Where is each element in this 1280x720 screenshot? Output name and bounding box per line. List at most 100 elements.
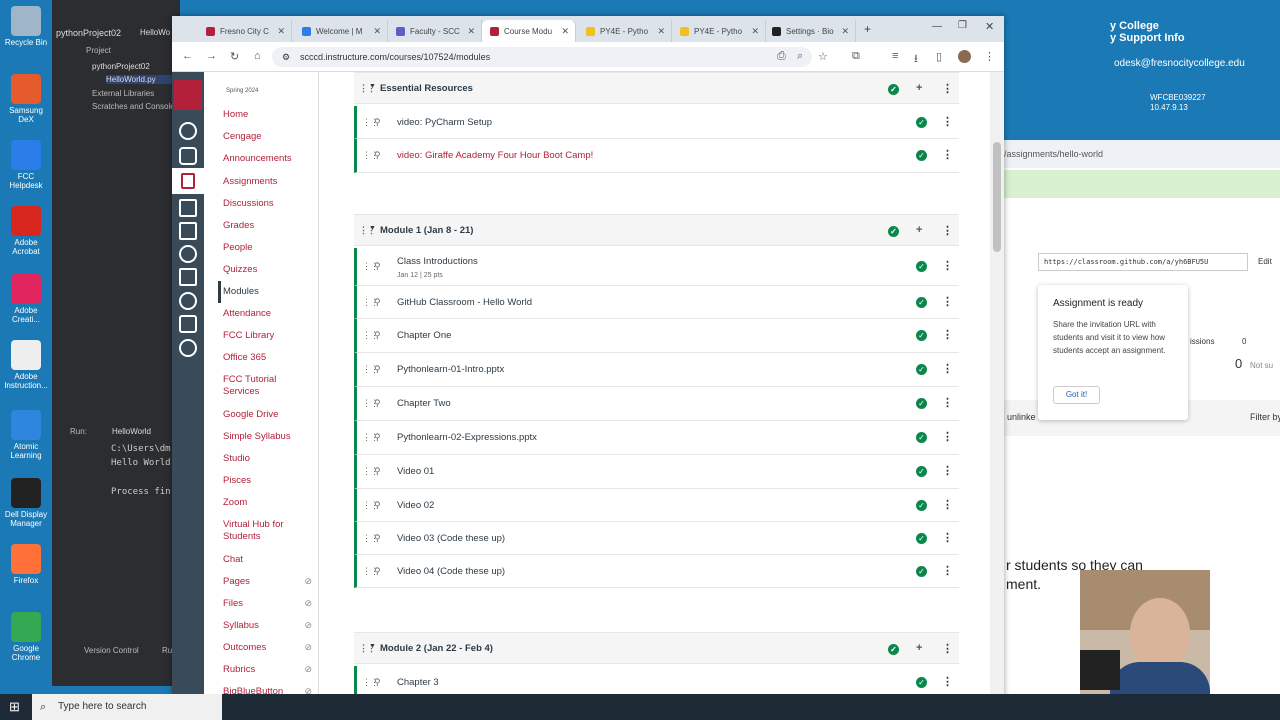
course-nav-item[interactable]: People bbox=[223, 242, 253, 253]
media-icon[interactable]: ≡ bbox=[892, 50, 898, 62]
course-nav-item[interactable]: Chat bbox=[223, 554, 243, 565]
history-icon[interactable] bbox=[179, 245, 197, 263]
module-item-title[interactable]: Pythonlearn-02-Expressions.pptx bbox=[397, 432, 537, 443]
published-icon[interactable]: ✓ bbox=[916, 432, 927, 443]
close-icon[interactable]: ✕ bbox=[985, 20, 994, 33]
module-item-title[interactable]: Chapter 3 bbox=[397, 677, 439, 688]
browser-tab[interactable]: Settings · Bio ✕ bbox=[764, 20, 856, 42]
course-nav-item[interactable]: Pisces bbox=[223, 475, 251, 486]
reload-icon[interactable]: ↻ bbox=[230, 50, 239, 63]
studio-icon[interactable] bbox=[179, 268, 197, 286]
published-icon[interactable]: ✓ bbox=[916, 116, 927, 128]
scroll-thumb[interactable] bbox=[993, 142, 1001, 252]
help-icon[interactable] bbox=[179, 339, 197, 357]
course-nav-item[interactable]: Syllabus bbox=[223, 620, 259, 631]
filter-select[interactable]: Filter by pas bbox=[1250, 412, 1280, 422]
module-item-title[interactable]: video: Giraffe Academy Four Hour Boot Ca… bbox=[397, 150, 593, 161]
ide-tree-root[interactable]: Project bbox=[86, 46, 111, 55]
course-nav-item[interactable]: Studio bbox=[223, 453, 250, 464]
published-icon[interactable]: ✓ bbox=[916, 296, 927, 308]
browser-tab[interactable]: Welcome | M ✕ bbox=[294, 20, 388, 42]
course-nav-item[interactable]: FCC Library bbox=[223, 330, 274, 341]
invite-url-field[interactable]: https://classroom.github.com/a/yh6BFU5U bbox=[1038, 253, 1248, 271]
course-nav-item[interactable]: Attendance bbox=[223, 308, 271, 319]
module-header-module1[interactable]: ⋮⋮ ▼ Module 1 (Jan 8 - 21) ✓ + ⋮ bbox=[354, 214, 959, 246]
start-icon[interactable]: ⊞ bbox=[9, 700, 23, 714]
item-menu-icon[interactable]: ⋮ bbox=[942, 531, 953, 544]
forward-icon[interactable]: → bbox=[206, 50, 217, 62]
module-header-essential[interactable]: ⋮⋮ ▼ Essential Resources ✓ + ⋮ bbox=[354, 72, 959, 104]
module-item[interactable]: ⋮⋮ ⚲ GitHub Classroom - Hello World ✓ ⋮ bbox=[354, 286, 959, 319]
published-icon[interactable]: ✓ bbox=[888, 84, 899, 95]
module-item-title[interactable]: Chapter One bbox=[397, 330, 451, 341]
course-nav-item[interactable]: Pages bbox=[223, 576, 250, 587]
download-icon[interactable]: ⭳ bbox=[914, 50, 918, 69]
ide-tree-item[interactable]: pythonProject02 bbox=[92, 62, 150, 71]
item-menu-icon[interactable]: ⋮ bbox=[942, 430, 953, 443]
ide-tree-item[interactable]: External Libraries bbox=[92, 89, 154, 98]
tab-close-icon[interactable]: ✕ bbox=[277, 26, 285, 37]
desktop-shortcut[interactable]: Firefox bbox=[2, 544, 50, 585]
run-tab[interactable]: Ru bbox=[162, 646, 172, 655]
collapse-icon[interactable]: ▼ bbox=[369, 83, 376, 90]
lti-icon[interactable] bbox=[179, 315, 197, 333]
course-nav-item[interactable]: Cengage bbox=[223, 131, 262, 142]
course-nav-item[interactable]: Zoom bbox=[223, 497, 247, 508]
menu-icon[interactable]: ⋮ bbox=[984, 50, 995, 63]
module-item-title[interactable]: Video 03 (Code these up) bbox=[397, 533, 505, 544]
item-menu-icon[interactable]: ⋮ bbox=[942, 115, 953, 128]
commons-icon[interactable] bbox=[179, 292, 197, 310]
course-nav-item[interactable]: Quizzes bbox=[223, 264, 257, 275]
profile-avatar[interactable] bbox=[958, 50, 971, 63]
ide-tree-item[interactable]: HelloWorld.py bbox=[106, 75, 180, 84]
course-nav-item[interactable]: Virtual Hub for Students bbox=[223, 519, 305, 543]
maximize-icon[interactable]: ❐ bbox=[958, 20, 967, 31]
published-icon[interactable]: ✓ bbox=[888, 644, 899, 655]
course-nav-item[interactable]: Discussions bbox=[223, 198, 274, 209]
module-item[interactable]: ⋮⋮ ⚲ Pythonlearn-01-Intro.pptx ✓ ⋮ bbox=[354, 353, 959, 387]
got-it-button[interactable]: Got it! bbox=[1053, 386, 1100, 404]
tab-close-icon[interactable]: ✕ bbox=[467, 26, 475, 37]
module-item[interactable]: ⋮⋮ ⚲ Video 02 ✓ ⋮ bbox=[354, 489, 959, 522]
back-icon[interactable]: ← bbox=[182, 50, 193, 62]
version-control-tab[interactable]: Version Control bbox=[84, 646, 139, 655]
browser-tab[interactable]: Faculty - SCC ✕ bbox=[388, 20, 482, 42]
course-nav-item[interactable]: Modules bbox=[223, 286, 259, 297]
module-item-title[interactable]: Pythonlearn-01-Intro.pptx bbox=[397, 364, 504, 375]
module-item-title[interactable]: Class Introductions bbox=[397, 256, 478, 267]
module-item-title[interactable]: GitHub Classroom - Hello World bbox=[397, 297, 532, 308]
ide-tree-item[interactable]: Scratches and Consoles bbox=[92, 102, 179, 111]
home-icon[interactable]: ⌂ bbox=[254, 50, 261, 62]
item-menu-icon[interactable]: ⋮ bbox=[942, 259, 953, 272]
desktop-shortcut[interactable]: Atomic Learning bbox=[2, 410, 50, 460]
desktop-shortcut[interactable]: Dell Display Manager bbox=[2, 478, 50, 528]
desktop-shortcut[interactable]: FCC Helpdesk bbox=[2, 140, 50, 190]
add-item-icon[interactable]: + bbox=[916, 642, 922, 654]
course-nav-item[interactable]: Assignments bbox=[223, 176, 277, 187]
collapse-icon[interactable]: ▼ bbox=[369, 225, 376, 232]
course-nav-item[interactable]: Simple Syllabus bbox=[223, 431, 291, 442]
tab-close-icon[interactable]: ✕ bbox=[751, 26, 759, 37]
published-icon[interactable]: ✓ bbox=[916, 676, 927, 688]
desktop-shortcut[interactable]: Recycle Bin bbox=[2, 6, 50, 47]
browser-tab[interactable]: PY4E - Pytho ✕ bbox=[578, 20, 672, 42]
module-menu-icon[interactable]: ⋮ bbox=[942, 224, 953, 237]
published-icon[interactable]: ✓ bbox=[916, 150, 927, 161]
module-item[interactable]: ⋮⋮ ⚲ Class Introductions Jan 12 | 25 pts ✓ ⋮ bbox=[354, 248, 959, 286]
new-tab-icon[interactable]: + bbox=[864, 22, 871, 36]
desktop-shortcut[interactable]: Samsung DeX bbox=[2, 74, 50, 124]
item-menu-icon[interactable]: ⋮ bbox=[942, 464, 953, 477]
module-item[interactable]: ⋮⋮ ⚲ Chapter One ✓ ⋮ bbox=[354, 319, 959, 353]
module-item[interactable]: ⋮⋮ ⚲ Video 04 (Code these up) ✓ ⋮ bbox=[354, 555, 959, 588]
ide-tab[interactable]: HelloWo bbox=[140, 28, 170, 37]
course-nav-item[interactable]: Google Drive bbox=[223, 409, 278, 420]
module-item[interactable]: ⋮⋮ ⚲ Video 01 ✓ ⋮ bbox=[354, 455, 959, 489]
courses-nav-active[interactable] bbox=[172, 168, 204, 194]
item-menu-icon[interactable]: ⋮ bbox=[942, 498, 953, 511]
course-nav-item[interactable]: Files bbox=[223, 598, 243, 609]
site-info-icon[interactable]: ⚙ bbox=[282, 47, 290, 67]
taskbar-search[interactable]: ⌕ Type here to search bbox=[32, 694, 222, 720]
item-menu-icon[interactable]: ⋮ bbox=[942, 396, 953, 409]
desktop-shortcut[interactable]: Adobe Instruction... bbox=[2, 340, 50, 390]
module-item[interactable]: ⋮⋮ ⚲ Pythonlearn-02-Expressions.pptx ✓ ⋮ bbox=[354, 421, 959, 455]
